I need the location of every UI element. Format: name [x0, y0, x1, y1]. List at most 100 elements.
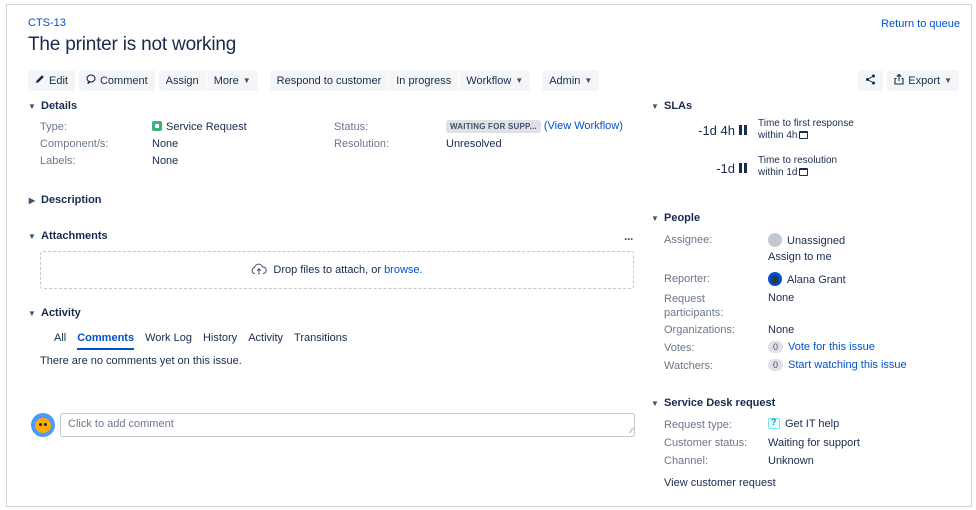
- request-type-text: Get IT help: [785, 418, 840, 430]
- export-button[interactable]: Export ▼: [887, 70, 959, 91]
- chevron-down-icon: ▼: [28, 231, 36, 241]
- comment-button[interactable]: Comment: [78, 70, 155, 91]
- organizations-value: None: [768, 324, 795, 336]
- attachments-header-label: Attachments: [41, 230, 108, 242]
- chevron-down-icon: ▼: [28, 101, 36, 111]
- workflow-button[interactable]: Workflow ▼: [459, 70, 531, 91]
- attachment-dropzone[interactable]: Drop files to attach, or browse.: [40, 251, 634, 289]
- more-label: More: [213, 74, 239, 87]
- issue-toolbar: Edit Comment Assign More ▼ Respond to cu…: [28, 70, 600, 91]
- tab-all[interactable]: All: [54, 332, 66, 350]
- more-button[interactable]: More ▼: [206, 70, 258, 91]
- organizations-label: Organizations:: [664, 324, 735, 336]
- calendar-icon: [799, 131, 809, 139]
- user-face-icon: [35, 418, 51, 433]
- tab-work-log[interactable]: Work Log: [145, 332, 192, 350]
- assign-button[interactable]: Assign: [158, 70, 206, 91]
- in-progress-button[interactable]: In progress: [389, 70, 459, 91]
- reporter-value[interactable]: Alana Grant: [768, 272, 846, 286]
- view-workflow-link[interactable]: (View Workflow): [544, 120, 623, 132]
- comment-icon: [86, 74, 96, 87]
- service-desk-header-label: Service Desk request: [664, 397, 776, 409]
- components-value: None: [152, 138, 179, 150]
- activity-tabs: All Comments Work Log History Activity T…: [54, 332, 347, 350]
- tab-comments[interactable]: Comments: [77, 332, 135, 350]
- dropzone-text: Drop files to attach, or browse.: [273, 264, 422, 276]
- chevron-down-icon: ▼: [651, 398, 659, 408]
- tab-history[interactable]: History: [203, 332, 237, 350]
- type-value-text: Service Request: [166, 121, 247, 133]
- customer-status-label: Customer status:: [664, 437, 748, 449]
- respond-to-customer-button[interactable]: Respond to customer: [269, 70, 389, 91]
- sla-first-response-goal: Time to first response within 4h: [758, 118, 854, 142]
- people-section-header[interactable]: ▼ People: [651, 212, 700, 224]
- sla-resolution-time: -1d: [716, 161, 735, 176]
- sla-resolution-goal: Time to resolution within 1d: [758, 155, 837, 179]
- assignee-name: Unassigned: [787, 235, 846, 247]
- labels-value: None: [152, 155, 179, 167]
- share-button[interactable]: [858, 70, 884, 91]
- comment-label: Comment: [99, 74, 148, 87]
- start-watching-link[interactable]: Start watching this issue: [788, 359, 907, 371]
- edit-button[interactable]: Edit: [28, 70, 75, 91]
- details-header-label: Details: [41, 100, 78, 112]
- chevron-down-icon: ▼: [584, 76, 593, 85]
- description-header-label: Description: [41, 194, 102, 206]
- toolbar-right: Export ▼: [858, 70, 959, 91]
- request-type-label: Request type:: [664, 419, 732, 431]
- description-section-header[interactable]: ▶ Description: [28, 194, 102, 206]
- assign-to-me-link[interactable]: Assign to me: [768, 251, 832, 263]
- sla-first-response-target: within 4h: [758, 130, 854, 142]
- add-comment-input[interactable]: Click to add comment ∕∕: [60, 413, 635, 437]
- avatar: [768, 233, 782, 247]
- service-desk-section-header[interactable]: ▼ Service Desk request: [651, 397, 775, 409]
- customer-status-value: Waiting for support: [768, 437, 860, 449]
- details-section-header[interactable]: ▼ Details: [28, 100, 77, 112]
- view-customer-request-link[interactable]: View customer request: [664, 477, 776, 489]
- avatar: [31, 413, 55, 437]
- drop-files-text: Drop files to attach, or: [273, 264, 381, 276]
- labels-label: Labels:: [40, 155, 76, 167]
- chevron-down-icon: ▼: [944, 76, 952, 85]
- service-request-icon: [152, 121, 162, 131]
- participants-value: None: [768, 292, 795, 304]
- issue-title[interactable]: The printer is not working: [28, 34, 236, 56]
- chevron-down-icon: ▼: [651, 101, 659, 111]
- status-label: Status:: [334, 121, 369, 133]
- channel-value: Unknown: [768, 455, 814, 467]
- no-comments-message: There are no comments yet on this issue.: [40, 355, 242, 367]
- comment-placeholder: Click to add comment: [68, 418, 174, 430]
- resize-grip-icon[interactable]: ∕∕: [630, 426, 633, 435]
- activity-section-header[interactable]: ▼ Activity: [28, 307, 81, 319]
- attachments-section-header[interactable]: ▼ Attachments: [28, 230, 108, 242]
- return-to-queue-link[interactable]: Return to queue: [881, 18, 960, 30]
- admin-button[interactable]: Admin ▼: [542, 70, 600, 91]
- more-options-icon[interactable]: ···: [624, 232, 634, 246]
- admin-label: Admin: [549, 74, 581, 87]
- issue-key-link[interactable]: CTS-13: [28, 17, 66, 29]
- chevron-down-icon: ▼: [651, 213, 659, 223]
- help-icon: [768, 417, 780, 429]
- tab-activity[interactable]: Activity: [248, 332, 283, 350]
- activity-header-label: Activity: [41, 307, 81, 319]
- browse-link[interactable]: browse.: [384, 264, 423, 276]
- chevron-down-icon: ▼: [515, 76, 524, 85]
- tab-transitions[interactable]: Transitions: [294, 332, 347, 350]
- pause-icon: [739, 163, 747, 173]
- status-badge: WAITING FOR SUPP...: [446, 120, 541, 133]
- watchers-value: 0 Start watching this issue: [768, 359, 907, 371]
- assignee-value[interactable]: Unassigned: [768, 233, 845, 247]
- type-label: Type:: [40, 121, 67, 133]
- request-type-value: Get IT help: [768, 417, 840, 430]
- type-value: Service Request: [152, 121, 247, 133]
- people-header-label: People: [664, 212, 701, 224]
- sla-first-response-name: Time to first response: [758, 118, 854, 129]
- pencil-icon: [35, 74, 45, 87]
- watchers-label: Watchers:: [664, 360, 714, 372]
- slas-section-header[interactable]: ▼ SLAs: [651, 100, 692, 112]
- reporter-label: Reporter:: [664, 273, 710, 285]
- vote-for-issue-link[interactable]: Vote for this issue: [788, 341, 875, 353]
- votes-value: 0 Vote for this issue: [768, 341, 875, 353]
- export-label: Export: [908, 74, 941, 87]
- status-value: WAITING FOR SUPP... (View Workflow): [446, 120, 623, 133]
